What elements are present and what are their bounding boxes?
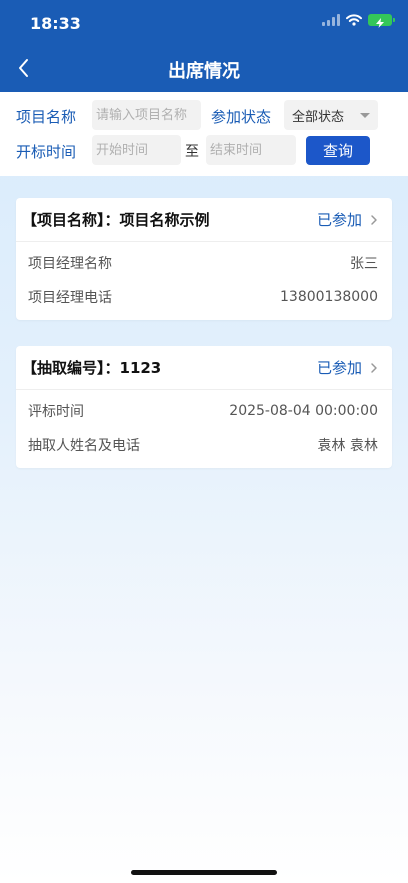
- row-value: 袁林 袁林: [317, 438, 378, 454]
- status-text: 已参加: [316, 359, 362, 377]
- caret-down-icon: [360, 112, 370, 118]
- app-header: 18:33 出席情况: [0, 0, 408, 92]
- card-header: 【抽取编号】：1123 已参加: [16, 346, 392, 390]
- status-time: 18:33: [30, 14, 81, 33]
- card-header: 【项目名称】：项目名称示例 已参加: [16, 198, 392, 242]
- status-select[interactable]: 全部状态: [284, 100, 378, 130]
- card-row: 项目经理电话 13800138000: [16, 280, 392, 314]
- status-icons: [322, 14, 395, 28]
- query-button[interactable]: 查询: [306, 136, 370, 165]
- page: 18:33 出席情况 项目名称 参加状态: [0, 0, 408, 883]
- attendance-card[interactable]: 【项目名称】：项目名称示例 已参加 项目经理名称 张三 项目经理电话 13800…: [16, 198, 392, 320]
- card-status[interactable]: 已参加: [317, 357, 380, 378]
- start-time-input[interactable]: [92, 135, 181, 165]
- row-label: 项目经理名称: [28, 256, 112, 272]
- status-text: 已参加: [316, 211, 362, 229]
- signal-icon: [322, 14, 340, 26]
- row-value: 2025-08-04 00:00:00: [229, 403, 378, 419]
- chevron-right-icon: [371, 214, 377, 225]
- bid-time-label: 开标时间: [16, 143, 77, 161]
- card-title: 【项目名称】：项目名称示例: [22, 211, 210, 229]
- project-name-label: 项目名称: [16, 108, 77, 126]
- status-selected-value: 全部状态: [292, 109, 345, 125]
- row-value: 13800138000: [280, 289, 378, 305]
- row-label: 抽取人姓名及电话: [28, 438, 140, 454]
- card-title: 【抽取编号】：1123: [22, 359, 162, 377]
- to-label: 至: [185, 144, 199, 160]
- card-row: 项目经理名称 张三: [16, 246, 392, 280]
- wifi-icon: [346, 14, 362, 26]
- end-time-input[interactable]: [206, 135, 296, 165]
- card-row: 评标时间 2025-08-04 00:00:00: [16, 394, 392, 428]
- home-indicator: [131, 870, 277, 875]
- card-status[interactable]: 已参加: [317, 209, 380, 230]
- page-title: 出席情况: [168, 61, 240, 82]
- row-label: 项目经理电话: [28, 290, 112, 306]
- row-value: 张三: [350, 256, 378, 272]
- attendance-card[interactable]: 【抽取编号】：1123 已参加 评标时间 2025-08-04 00:00:00…: [16, 346, 392, 468]
- project-name-input[interactable]: [92, 100, 201, 130]
- status-label: 参加状态: [211, 108, 272, 126]
- row-label: 评标时间: [28, 404, 84, 420]
- battery-charging-icon: [368, 14, 395, 28]
- card-row: 抽取人姓名及电话 袁林 袁林: [16, 428, 392, 462]
- chevron-right-icon: [371, 362, 377, 373]
